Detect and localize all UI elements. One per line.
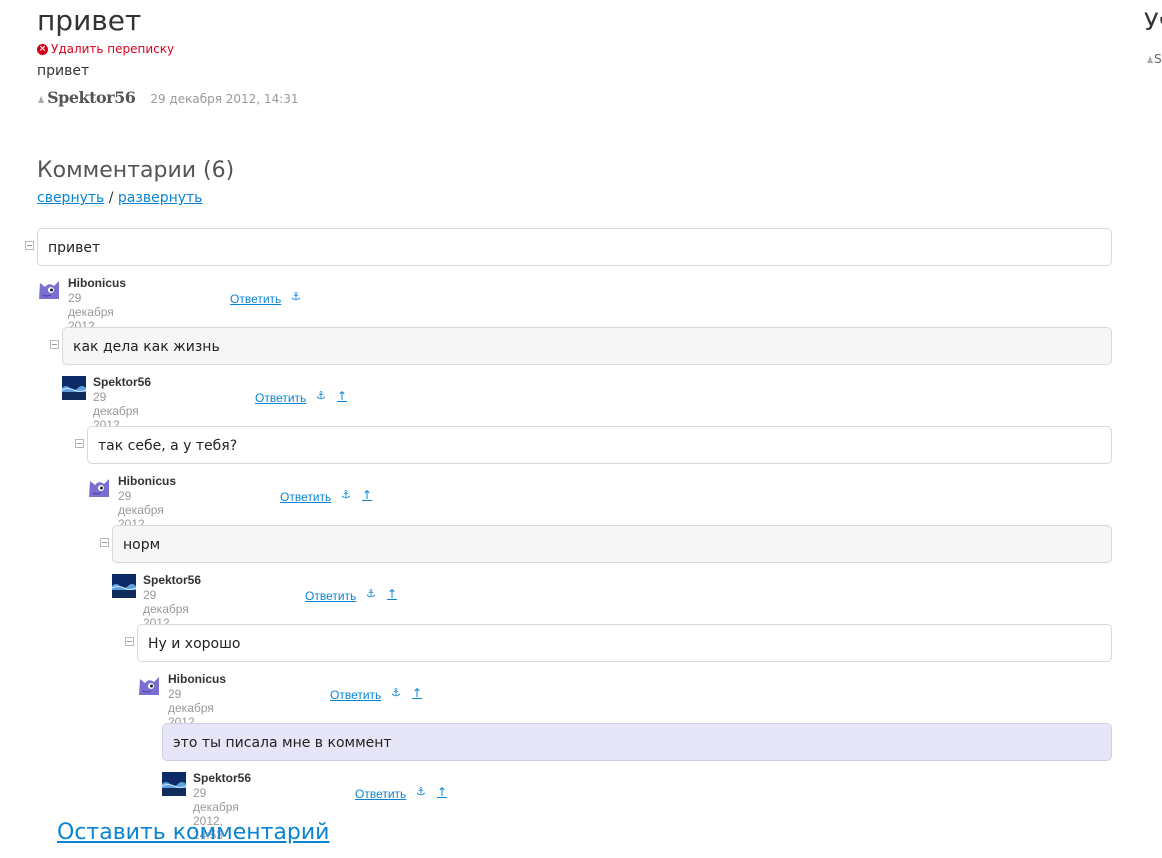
- collapse-comments-link[interactable]: свернуть: [37, 190, 104, 206]
- comments-heading: Комментарии (6): [37, 158, 235, 183]
- comment-text: привет: [37, 228, 1112, 266]
- comment-author-link[interactable]: Hibonicus: [68, 276, 126, 290]
- anchor-icon[interactable]: ⚓: [391, 686, 401, 699]
- cat-avatar[interactable]: [37, 277, 61, 301]
- comment-text: норм: [112, 525, 1112, 563]
- wave-avatar[interactable]: [112, 574, 136, 598]
- reply-link[interactable]: Ответить: [330, 688, 381, 702]
- parent-comment-arrow-icon[interactable]: ↑: [412, 686, 422, 700]
- reply-link[interactable]: Ответить: [230, 292, 281, 306]
- expand-comments-link[interactable]: развернуть: [118, 190, 203, 206]
- sidebar-title: Уч: [1144, 8, 1162, 36]
- comment-text: как дела как жизнь: [62, 327, 1112, 365]
- reply-link[interactable]: Ответить: [280, 490, 331, 504]
- comment-text: это ты писала мне в коммент: [162, 723, 1112, 761]
- delete-icon: ×: [37, 43, 48, 55]
- reply-link[interactable]: Ответить: [255, 391, 306, 405]
- sidebar-user-label: S: [1154, 52, 1162, 66]
- parent-comment-arrow-icon[interactable]: ↑: [362, 488, 372, 502]
- collapse-thread-icon[interactable]: [75, 439, 84, 448]
- comment-author-link[interactable]: Spektor56: [193, 771, 251, 785]
- collapse-thread-icon[interactable]: [50, 340, 59, 349]
- anchor-icon[interactable]: ⚓: [291, 290, 301, 303]
- comment-text: так себе, а у тебя?: [87, 426, 1112, 464]
- topic-author-link[interactable]: Spektor56: [47, 88, 136, 107]
- comment-text: Ну и хорошо: [137, 624, 1112, 662]
- collapse-thread-icon[interactable]: [100, 538, 109, 547]
- toggle-separator: /: [108, 190, 114, 206]
- delete-conversation-label: Удалить переписку: [51, 42, 175, 56]
- anchor-icon[interactable]: ⚓: [366, 587, 376, 600]
- cat-avatar[interactable]: [87, 475, 111, 499]
- wave-avatar[interactable]: [62, 376, 86, 400]
- delete-conversation-link[interactable]: × Удалить переписку: [37, 42, 174, 56]
- leave-comment-link[interactable]: Оставить комментарий: [57, 820, 329, 845]
- topic-meta: ♟ Spektor56 29 декабря 2012, 14:31: [37, 88, 299, 107]
- topic-date: 29 декабря 2012, 14:31: [150, 92, 299, 106]
- comment-author-link[interactable]: Spektor56: [143, 573, 201, 587]
- user-icon: ♟: [37, 96, 46, 106]
- collapse-thread-icon[interactable]: [25, 241, 34, 250]
- user-icon: ♟: [1146, 56, 1155, 66]
- topic-title: привет: [37, 4, 142, 37]
- anchor-icon[interactable]: ⚓: [316, 389, 326, 402]
- reply-link[interactable]: Ответить: [355, 787, 406, 801]
- topic-body: привет: [37, 63, 90, 79]
- comment-author-link[interactable]: Hibonicus: [168, 672, 226, 686]
- parent-comment-arrow-icon[interactable]: ↑: [387, 587, 397, 601]
- anchor-icon[interactable]: ⚓: [341, 488, 351, 501]
- parent-comment-arrow-icon[interactable]: ↑: [337, 389, 347, 403]
- sidebar-user-item[interactable]: ♟S: [1146, 52, 1162, 66]
- comments-toggle: свернуть / развернуть: [37, 190, 202, 206]
- comment-author-link[interactable]: Hibonicus: [118, 474, 176, 488]
- parent-comment-arrow-icon[interactable]: ↑: [437, 785, 447, 799]
- comment-author-link[interactable]: Spektor56: [93, 375, 151, 389]
- cat-avatar[interactable]: [137, 673, 161, 697]
- reply-link[interactable]: Ответить: [305, 589, 356, 603]
- collapse-thread-icon[interactable]: [125, 637, 134, 646]
- wave-avatar[interactable]: [162, 772, 186, 796]
- anchor-icon[interactable]: ⚓: [416, 785, 426, 798]
